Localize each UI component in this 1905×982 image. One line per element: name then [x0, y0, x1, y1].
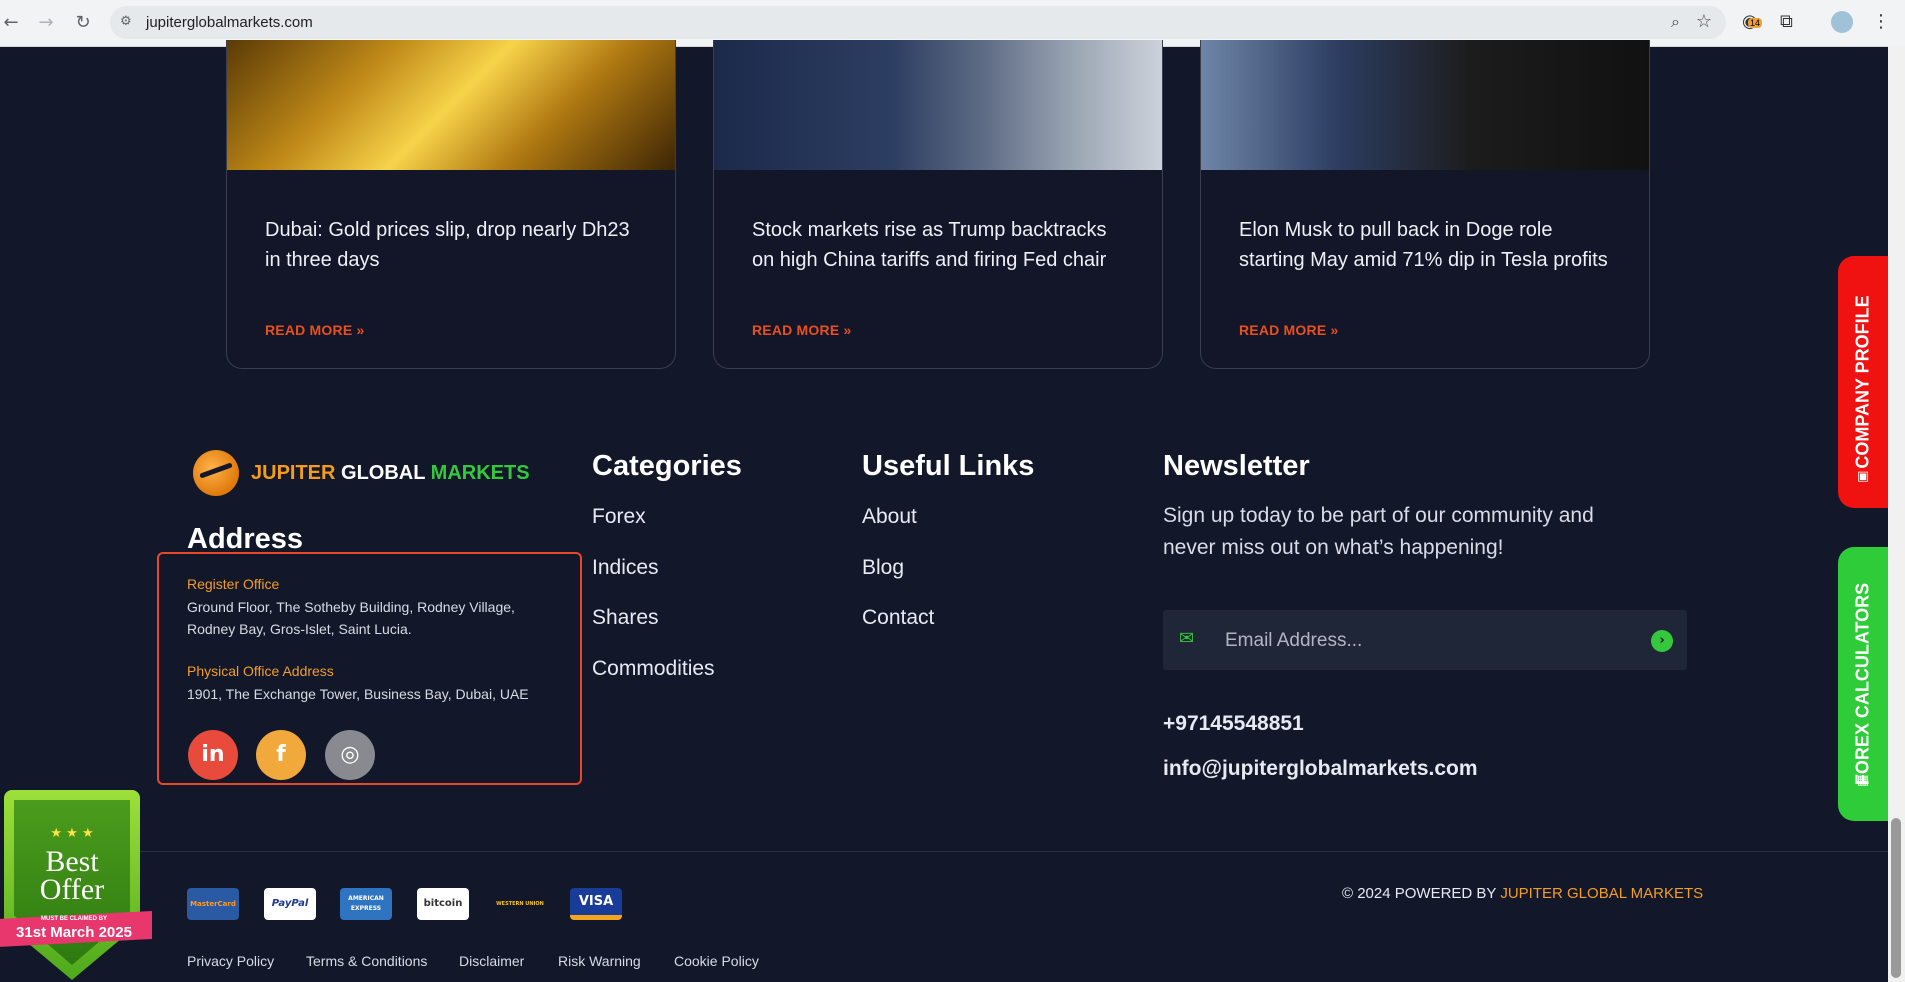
- badge-subtext: MUST BE CLAIMED BY: [41, 916, 107, 922]
- url-text[interactable]: jupiterglobalmarkets.com: [146, 14, 313, 31]
- amex-icon: AMERICAN EXPRESS: [340, 888, 392, 920]
- profile-avatar[interactable]: [1831, 11, 1853, 33]
- envelope-icon: ✉: [1179, 628, 1195, 649]
- newsletter-description: Sign up today to be part of our communit…: [1163, 504, 1594, 559]
- register-office-label: Register Office: [187, 576, 280, 592]
- forex-calculators-label: FOREX CALCULATORS: [1852, 582, 1873, 786]
- newsletter-form: ✉ ›: [1163, 610, 1687, 670]
- legal-link-risk-warning[interactable]: Risk Warning: [558, 953, 641, 969]
- category-link-indices[interactable]: Indices: [592, 556, 659, 580]
- legal-link-cookie[interactable]: Cookie Policy: [674, 953, 759, 969]
- western-union-icon: WESTERN UNION: [494, 888, 546, 920]
- read-more-link[interactable]: READ MORE »: [1239, 322, 1338, 338]
- category-link-commodities[interactable]: Commodities: [592, 657, 715, 681]
- back-icon[interactable]: ←: [0, 12, 22, 34]
- copyright-text: © 2024 POWERED BY JUPITER GLOBAL MARKETS: [1342, 885, 1704, 902]
- news-card[interactable]: Stock markets rise as Trump backtracks o…: [713, 40, 1163, 369]
- physical-office-text: 1901, The Exchange Tower, Business Bay, …: [187, 686, 529, 702]
- phone-number[interactable]: +97145548851: [1163, 712, 1304, 736]
- bitcoin-icon: bitcoin: [417, 888, 469, 920]
- linkedin-icon[interactable]: in: [188, 730, 238, 780]
- news-title[interactable]: Dubai: Gold prices slip, drop nearly Dh2…: [265, 215, 645, 275]
- useful-link-blog[interactable]: Blog: [862, 556, 904, 580]
- menu-kebab-icon[interactable]: ⋮: [1872, 11, 1890, 32]
- legal-link-terms[interactable]: Terms & Conditions: [306, 953, 427, 969]
- news-image-trump[interactable]: [714, 40, 1162, 170]
- categories-heading: Categories: [592, 450, 742, 482]
- contact-email[interactable]: info@jupiterglobalmarkets.com: [1163, 757, 1478, 781]
- forex-calculators-tab[interactable]: FOREX CALCULATORS ▦: [1838, 547, 1888, 821]
- news-title[interactable]: Elon Musk to pull back in Doge role star…: [1239, 215, 1619, 275]
- paypal-icon: PayPal: [264, 888, 316, 920]
- news-title[interactable]: Stock markets rise as Trump backtracks o…: [752, 215, 1132, 275]
- register-office-line1: Ground Floor, The Sotheby Building, Rodn…: [187, 599, 515, 615]
- category-link-shares[interactable]: Shares: [592, 606, 659, 630]
- zoom-icon[interactable]: ⌕: [1671, 12, 1680, 32]
- facebook-icon[interactable]: f: [256, 730, 306, 780]
- scrollbar-thumb[interactable]: [1891, 818, 1901, 978]
- news-card[interactable]: Elon Musk to pull back in Doge role star…: [1200, 40, 1650, 369]
- forward-icon[interactable]: →: [35, 12, 57, 34]
- news-image-gold[interactable]: [227, 40, 675, 170]
- instagram-icon[interactable]: ◎: [325, 730, 375, 780]
- read-more-link[interactable]: READ MORE »: [265, 322, 364, 338]
- copyright-brand-link[interactable]: JUPITER GLOBAL MARKETS: [1500, 885, 1703, 902]
- site-logo[interactable]: JUPITER GLOBAL MARKETS: [193, 450, 530, 496]
- useful-links-heading: Useful Links: [862, 450, 1035, 482]
- stars-icon: ★ ★ ★: [50, 826, 94, 841]
- address-bar[interactable]: ⚙ jupiterglobalmarkets.com ⌕ ☆: [110, 6, 1726, 39]
- register-office-line2: Rodney Bay, Gros-Islet, Saint Lucia.: [187, 621, 412, 637]
- bookmark-star-icon[interactable]: ☆: [1696, 11, 1712, 32]
- company-profile-label: COMPANY PROFILE: [1852, 295, 1873, 469]
- newsletter-heading: Newsletter: [1163, 450, 1310, 482]
- footer-divider: [130, 851, 1888, 852]
- logo-text: JUPITER GLOBAL MARKETS: [251, 462, 530, 484]
- extension-badge: 14: [1748, 18, 1763, 28]
- reload-icon[interactable]: ↻: [72, 12, 94, 34]
- category-link-forex[interactable]: Forex: [592, 505, 646, 529]
- calculator-icon: ▦: [1856, 773, 1870, 788]
- physical-office-label: Physical Office Address: [187, 663, 334, 679]
- badge-title: Best Offer: [39, 845, 105, 906]
- news-card[interactable]: Dubai: Gold prices slip, drop nearly Dh2…: [226, 40, 676, 369]
- site-info-icon[interactable]: ⚙: [120, 14, 132, 29]
- submit-arrow-button[interactable]: ›: [1651, 630, 1673, 652]
- legal-link-disclaimer[interactable]: Disclaimer: [459, 953, 524, 969]
- document-icon: ▣: [1856, 469, 1870, 484]
- extensions-puzzle-icon[interactable]: ⧉: [1780, 11, 1793, 32]
- mastercard-icon: MasterCard: [187, 888, 239, 920]
- badge-date: 31st March 2025: [16, 924, 132, 941]
- legal-link-privacy[interactable]: Privacy Policy: [187, 953, 274, 969]
- news-image-musk[interactable]: [1201, 40, 1649, 170]
- read-more-link[interactable]: READ MORE »: [752, 322, 851, 338]
- company-profile-tab[interactable]: COMPANY PROFILE ▣: [1838, 256, 1888, 508]
- useful-link-about[interactable]: About: [862, 505, 917, 529]
- useful-link-contact[interactable]: Contact: [862, 606, 934, 630]
- visa-icon: VISA: [570, 888, 622, 920]
- jupiter-logo-icon: [193, 450, 239, 496]
- best-offer-badge[interactable]: ★ ★ ★ Best Offer MUST BE CLAIMED BY 31st …: [0, 790, 152, 982]
- email-input[interactable]: [1223, 624, 1627, 658]
